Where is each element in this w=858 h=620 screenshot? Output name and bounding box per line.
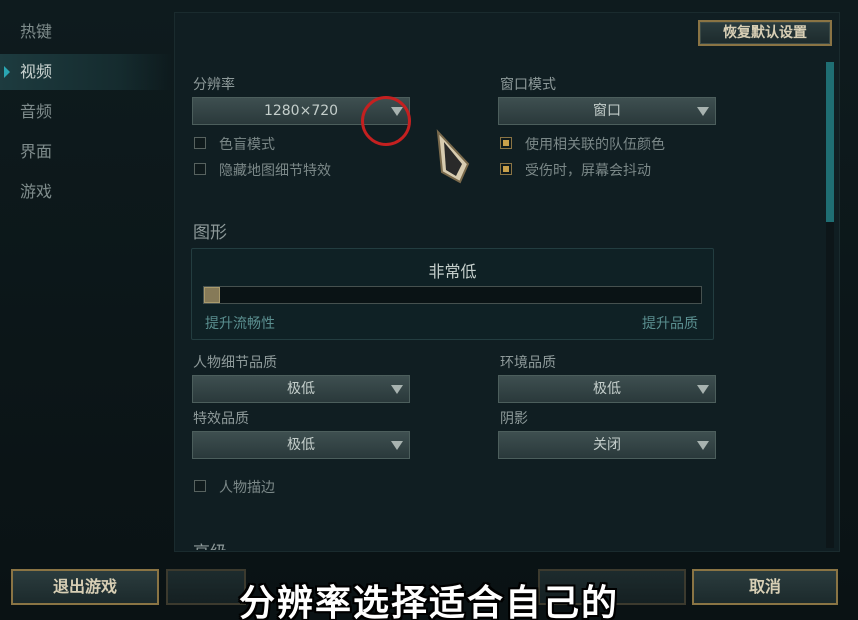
colorblind-mode-checkbox[interactable]: 色盲模式 — [194, 134, 394, 154]
checkbox-label: 色盲模式 — [219, 137, 275, 153]
shadows-value: 关闭 — [593, 437, 621, 453]
slider-left-hint: 提升流畅性 — [205, 316, 275, 332]
character-outline-checkbox[interactable]: 人物描边 — [194, 477, 394, 497]
window-mode-dropdown[interactable]: 窗口 — [498, 97, 716, 125]
highlight-circle — [361, 96, 411, 146]
sidebar-item-label: 音频 — [20, 102, 53, 121]
hide-map-details-checkbox[interactable]: 隐藏地图细节特效 — [194, 160, 394, 180]
cursor-icon — [436, 129, 470, 184]
settings-sidebar: 热键 视频 音频 界面 游戏 — [0, 10, 172, 550]
graphics-preset-value: 非常低 — [428, 262, 477, 281]
effects-quality-label: 特效品质 — [193, 411, 249, 427]
screen-shake-checkbox[interactable]: 受伤时，屏幕会抖动 — [500, 160, 720, 180]
window-mode-value: 窗口 — [593, 103, 621, 119]
character-quality-dropdown[interactable]: 极低 — [192, 375, 410, 403]
graphics-quality-slider[interactable] — [203, 286, 702, 304]
checkbox-label: 受伤时，屏幕会抖动 — [525, 163, 651, 179]
resolution-value: 1280×720 — [263, 103, 339, 119]
sidebar-item-label: 界面 — [20, 142, 53, 161]
environment-quality-dropdown[interactable]: 极低 — [498, 375, 716, 403]
checkbox-box[interactable] — [194, 137, 206, 149]
checkbox-box[interactable] — [194, 480, 206, 492]
effects-quality-value: 极低 — [287, 437, 315, 453]
chevron-down-icon — [697, 441, 709, 450]
environment-quality-label: 环境品质 — [500, 355, 556, 371]
environment-quality-value: 极低 — [593, 381, 621, 397]
sidebar-item-interface[interactable]: 界面 — [0, 134, 172, 170]
checkbox-box[interactable] — [500, 163, 512, 175]
chevron-down-icon — [697, 107, 709, 116]
advanced-section-title: 高级 — [193, 538, 227, 550]
sidebar-item-game[interactable]: 游戏 — [0, 174, 172, 210]
chevron-down-icon — [391, 441, 403, 450]
checkbox-label: 人物描边 — [219, 480, 275, 496]
checkbox-label: 隐藏地图细节特效 — [219, 163, 331, 179]
sidebar-item-label: 视频 — [20, 62, 53, 81]
character-quality-label: 人物细节品质 — [193, 355, 277, 371]
restore-defaults-button[interactable]: 恢复默认设置 — [698, 20, 832, 46]
shadows-label: 阴影 — [500, 411, 528, 427]
sidebar-item-hotkeys[interactable]: 热键 — [0, 14, 172, 50]
chevron-down-icon — [391, 385, 403, 394]
window-mode-label: 窗口模式 — [500, 77, 556, 93]
scrollbar-thumb[interactable] — [826, 62, 834, 222]
settings-scrollbar[interactable] — [826, 62, 834, 548]
video-subtitle: 分辨率选择适合自己的 — [238, 583, 619, 620]
active-marker-icon — [4, 66, 10, 78]
resolution-label: 分辨率 — [193, 77, 235, 93]
sidebar-item-label: 热键 — [20, 22, 53, 41]
sidebar-item-audio[interactable]: 音频 — [0, 94, 172, 130]
checkbox-label: 使用相关联的队伍颜色 — [525, 137, 665, 153]
checkbox-box[interactable] — [194, 163, 206, 175]
character-quality-value: 极低 — [287, 381, 315, 397]
graphics-section-title: 图形 — [193, 223, 227, 243]
team-colors-checkbox[interactable]: 使用相关联的队伍颜色 — [500, 134, 720, 154]
chevron-down-icon — [697, 385, 709, 394]
sidebar-item-video[interactable]: 视频 — [0, 54, 172, 90]
sidebar-item-label: 游戏 — [20, 182, 53, 201]
slider-right-hint: 提升品质 — [642, 316, 698, 332]
shadows-dropdown[interactable]: 关闭 — [498, 431, 716, 459]
checkbox-box[interactable] — [500, 137, 512, 149]
slider-handle[interactable] — [204, 287, 220, 303]
effects-quality-dropdown[interactable]: 极低 — [192, 431, 410, 459]
